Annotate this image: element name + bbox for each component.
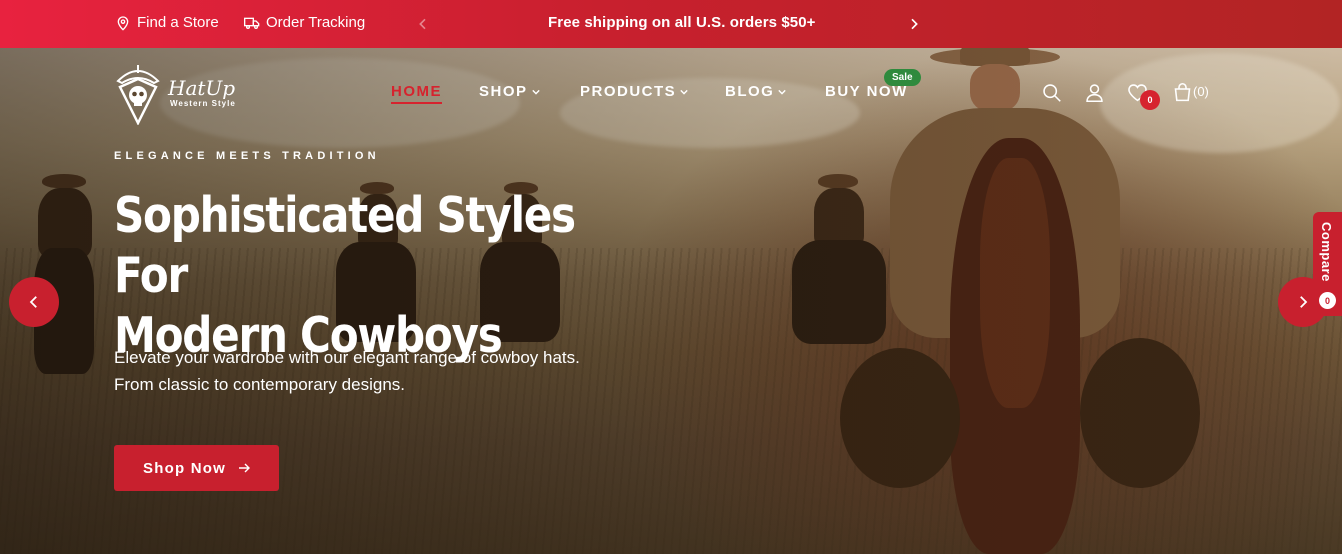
- compare-tab[interactable]: Compare 0: [1313, 212, 1342, 316]
- nav-products[interactable]: PRODUCTS: [580, 83, 688, 100]
- chevron-right-icon: [1300, 296, 1308, 308]
- chevron-left-icon: [419, 18, 426, 30]
- find-store-label: Find a Store: [137, 14, 219, 31]
- nav-products-label: PRODUCTS: [580, 83, 677, 100]
- cart-button[interactable]: [1171, 81, 1193, 103]
- shop-now-label: Shop Now: [143, 459, 226, 477]
- chevron-down-icon: [680, 89, 688, 95]
- user-icon: [1085, 83, 1103, 102]
- promo-next-button[interactable]: [904, 12, 924, 36]
- chevron-left-icon: [29, 296, 37, 308]
- hero-headline-line-1: Sophisticated Styles For: [114, 187, 576, 304]
- skull-hat-logo-icon: [116, 65, 160, 125]
- search-button[interactable]: [1040, 81, 1062, 103]
- map-pin-icon: [117, 15, 129, 31]
- compare-count: 0: [1319, 292, 1336, 309]
- cart-count: (0): [1193, 84, 1209, 99]
- shopping-bag-icon: [1174, 82, 1190, 101]
- chevron-right-icon: [911, 18, 918, 30]
- hero-subtext-line-1: Elevate your wardrobe with our elegant r…: [114, 348, 580, 367]
- hero-subtext-line-2: From classic to contemporary designs.: [114, 375, 405, 394]
- promo-message: Free shipping on all U.S. orders $50+: [548, 14, 816, 31]
- hero-subtext: Elevate your wardrobe with our elegant r…: [114, 344, 634, 398]
- active-underline: [391, 102, 442, 104]
- hero-headline: Sophisticated Styles For Modern Cowboys: [114, 186, 596, 366]
- nav-home-label: HOME: [391, 83, 442, 100]
- search-icon: [1042, 83, 1061, 102]
- chevron-down-icon: [531, 89, 540, 95]
- brand-name: HatUp: [168, 75, 236, 100]
- nav-blog[interactable]: BLOG: [725, 83, 787, 100]
- chevron-down-icon: [778, 89, 787, 95]
- order-tracking-link[interactable]: Order Tracking: [244, 14, 365, 31]
- announcement-bar: Find a Store Order Tracking Free shippin…: [0, 0, 1342, 48]
- sale-badge: Sale: [884, 69, 921, 86]
- shop-now-button[interactable]: Shop Now: [114, 445, 279, 491]
- order-tracking-label: Order Tracking: [266, 14, 366, 31]
- account-button[interactable]: [1083, 81, 1105, 103]
- slider-prev-button[interactable]: [9, 277, 59, 327]
- nav-shop-label: SHOP: [479, 83, 528, 100]
- nav-home[interactable]: HOME: [391, 83, 442, 104]
- wishlist-count-badge: 0: [1140, 90, 1160, 110]
- arrow-right-icon: [238, 463, 250, 473]
- hero-eyebrow: ELEGANCE MEETS TRADITION: [114, 150, 380, 162]
- brand-tagline: Western Style: [170, 98, 236, 108]
- compare-label: Compare: [1319, 222, 1334, 282]
- nav-blog-label: BLOG: [725, 83, 775, 100]
- nav-shop[interactable]: SHOP: [479, 83, 540, 100]
- site-logo[interactable]: HatUp Western Style: [114, 56, 264, 128]
- promo-prev-button[interactable]: [413, 12, 433, 36]
- find-store-link[interactable]: Find a Store: [115, 14, 219, 31]
- truck-icon: [244, 17, 260, 29]
